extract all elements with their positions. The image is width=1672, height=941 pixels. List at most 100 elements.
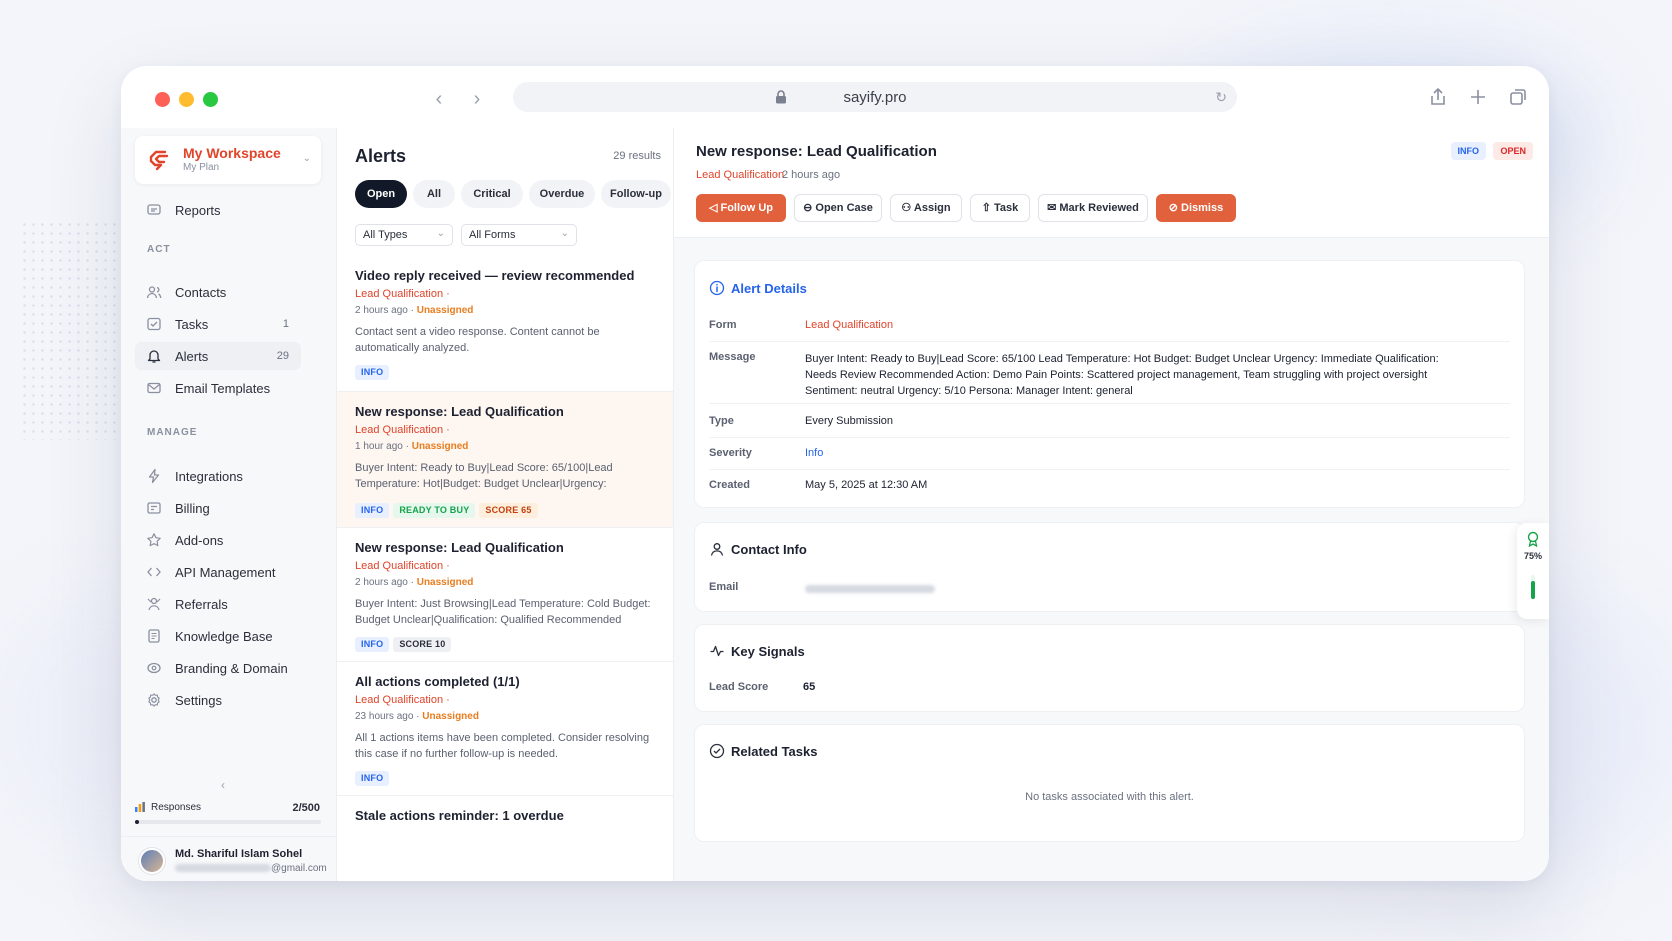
dismiss-icon: ⊘ bbox=[1168, 202, 1178, 214]
created-label: Created bbox=[709, 479, 750, 491]
collapse-sidebar-icon[interactable]: ‹ bbox=[221, 778, 225, 792]
alert-item-body: Buyer Intent: Just Browsing|Lead Tempera… bbox=[355, 598, 651, 626]
alert-details-title: Alert Details bbox=[731, 281, 807, 296]
filter-all[interactable]: All bbox=[413, 180, 455, 208]
maximize-window-button[interactable] bbox=[203, 92, 218, 107]
alert-item-title: Video reply received — review recommende… bbox=[355, 268, 635, 283]
share-icon[interactable] bbox=[1427, 86, 1449, 108]
mark-reviewed-button[interactable]: ✉ Mark Reviewed bbox=[1038, 194, 1148, 222]
tag-score: SCORE 10 bbox=[393, 637, 452, 652]
forward-arrow-icon[interactable]: › bbox=[466, 88, 488, 110]
alert-list-item[interactable]: Video reply received — review recommende… bbox=[337, 256, 673, 392]
separator-dot: · bbox=[774, 169, 778, 181]
alert-list-item[interactable]: New response: Lead Qualification Lead Qu… bbox=[337, 392, 673, 528]
type-select[interactable]: All Types ⌄ bbox=[355, 224, 453, 246]
activity-icon bbox=[710, 645, 724, 657]
sidebar-item-knowledge-base[interactable]: Knowledge Base bbox=[135, 622, 301, 650]
type-select-value: All Types bbox=[363, 229, 408, 241]
divider bbox=[121, 836, 336, 837]
address-bar[interactable]: sayify.pro ↻ bbox=[513, 82, 1237, 112]
sidebar-item-label: Tasks bbox=[175, 317, 209, 332]
filter-critical[interactable]: Critical bbox=[461, 180, 523, 208]
form-select[interactable]: All Forms ⌄ bbox=[461, 224, 577, 246]
status-badge: OPEN bbox=[1493, 142, 1533, 160]
open-case-button[interactable]: ⊖ Open Case bbox=[794, 194, 882, 222]
sidebar-item-referrals[interactable]: Referrals bbox=[135, 590, 301, 618]
key-signals-card: Key Signals Lead Score 65 bbox=[694, 624, 1525, 712]
filter-overdue[interactable]: Overdue bbox=[529, 180, 595, 208]
alert-item-form: Lead Qualification · bbox=[355, 560, 450, 572]
sidebar-item-api-management[interactable]: API Management bbox=[135, 558, 301, 586]
user-icon bbox=[710, 543, 724, 556]
alert-item-title: All actions completed (1/1) bbox=[355, 674, 520, 689]
sidebar-item-email-templates[interactable]: Email Templates bbox=[135, 374, 301, 402]
form-value[interactable]: Lead Qualification bbox=[805, 319, 893, 331]
severity-label: Severity bbox=[709, 447, 752, 459]
sidebar-item-reports[interactable]: Reports bbox=[135, 196, 301, 224]
widget-percent: 75% bbox=[1523, 551, 1542, 561]
alert-item-tags: INFO bbox=[355, 362, 393, 380]
sidebar-item-settings[interactable]: Settings bbox=[135, 686, 301, 714]
related-tasks-empty: No tasks associated with this alert. bbox=[1025, 791, 1194, 803]
sidebar-item-branding-domain[interactable]: Branding & Domain bbox=[135, 654, 301, 682]
chevron-down-icon: ⌄ bbox=[436, 228, 445, 239]
responses-label: Responses bbox=[151, 802, 202, 813]
new-tab-icon[interactable] bbox=[1467, 86, 1489, 108]
alert-details-card: Alert Details Form Lead Qualification Me… bbox=[694, 260, 1525, 508]
follow-up-button[interactable]: ◁ Follow Up bbox=[696, 194, 786, 222]
alert-item-title: New response: Lead Qualification bbox=[355, 404, 564, 419]
sidebar-item-billing[interactable]: Billing bbox=[135, 494, 301, 522]
tag-info: INFO bbox=[355, 771, 390, 786]
bell-icon bbox=[147, 350, 161, 363]
alerts-title: Alerts bbox=[355, 146, 407, 166]
alert-item-meta: 1 hour ago · Unassigned bbox=[355, 441, 469, 452]
alert-list-item[interactable]: All actions completed (1/1) Lead Qualifi… bbox=[337, 662, 673, 796]
progress-widget[interactable]: 75% bbox=[1517, 523, 1549, 619]
alert-list-item[interactable]: Stale actions reminder: 1 overdue bbox=[337, 796, 673, 881]
filter-follow-up[interactable]: Follow-up bbox=[601, 180, 671, 208]
act-heading: ACT bbox=[147, 244, 171, 255]
chevron-down-icon: ⌄ bbox=[560, 228, 569, 239]
user-plus-icon: ⚇ bbox=[901, 202, 912, 214]
sidebar-item-alerts[interactable]: Alerts 29 bbox=[135, 342, 301, 370]
workspace-switcher[interactable]: My Workspace My Plan ⌄ bbox=[135, 136, 321, 184]
key-signals-title: Key Signals bbox=[731, 644, 805, 659]
browser-window: ‹ › sayify.pro ↻ My Workspace My Plan ⌄ … bbox=[121, 66, 1549, 881]
detail-form-link[interactable]: Lead Qualification bbox=[696, 169, 784, 181]
lightning-icon bbox=[148, 468, 160, 484]
dismiss-button[interactable]: ⊘ Dismiss bbox=[1156, 194, 1236, 222]
alert-list-item[interactable]: New response: Lead Qualification Lead Qu… bbox=[337, 528, 673, 662]
results-count: 29 results bbox=[613, 150, 661, 162]
contact-info-card: Contact Info Email bbox=[694, 522, 1525, 612]
widget-progress-fill bbox=[1531, 581, 1535, 599]
tabs-overview-icon[interactable] bbox=[1507, 86, 1529, 108]
sidebar-item-integrations[interactable]: Integrations bbox=[135, 462, 301, 490]
responses-chart-icon bbox=[135, 802, 145, 812]
assign-button[interactable]: ⚇ Assign bbox=[890, 194, 962, 222]
filter-open[interactable]: Open bbox=[355, 180, 407, 208]
sidebar-item-contacts[interactable]: Contacts bbox=[135, 278, 301, 306]
sidebar-item-label: API Management bbox=[175, 565, 276, 580]
tag-ready-to-buy: READY TO BUY bbox=[393, 503, 476, 518]
alert-item-tags: INFO READY TO BUY SCORE 65 bbox=[355, 500, 542, 518]
close-window-button[interactable] bbox=[155, 92, 170, 107]
task-button[interactable]: ⇧ Task bbox=[970, 194, 1030, 222]
reports-icon bbox=[147, 204, 161, 215]
responses-progress-bar bbox=[135, 820, 321, 824]
minimize-window-button[interactable] bbox=[179, 92, 194, 107]
sidebar-item-tasks[interactable]: Tasks 1 bbox=[135, 310, 301, 338]
sidebar-item-add-ons[interactable]: Add-ons bbox=[135, 526, 301, 554]
check-circle-icon bbox=[709, 743, 725, 759]
sidebar-item-label: Knowledge Base bbox=[175, 629, 273, 644]
mail-open-icon: ✉ bbox=[1047, 202, 1057, 214]
alert-item-tags: INFO bbox=[355, 768, 393, 786]
sidebar-item-label: Reports bbox=[175, 203, 221, 218]
sidebar-item-label: Branding & Domain bbox=[175, 661, 288, 676]
contacts-icon bbox=[146, 286, 162, 299]
back-arrow-icon[interactable]: ‹ bbox=[428, 88, 450, 110]
tag-score: SCORE 65 bbox=[479, 503, 538, 518]
avatar[interactable] bbox=[139, 848, 165, 874]
info-icon bbox=[709, 280, 725, 296]
reload-icon[interactable]: ↻ bbox=[1215, 89, 1227, 106]
star-icon bbox=[147, 533, 161, 547]
